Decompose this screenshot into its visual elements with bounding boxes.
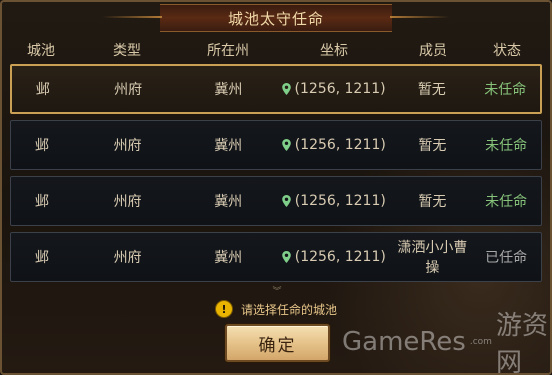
column-header-status: 状态 [493, 43, 521, 59]
confirm-button-label: 确定 [258, 335, 297, 356]
city-coord[interactable]: (1256, 1211) [274, 137, 394, 153]
location-pin-icon [281, 251, 291, 263]
column-header-province: 所在州 [207, 43, 249, 59]
city-coord[interactable]: (1256, 1211) [274, 193, 394, 209]
warning-icon: ! [214, 300, 233, 318]
scroll-down-chevron-icon: ︾ [272, 287, 282, 297]
location-pin-icon [281, 195, 291, 207]
coord-text: (1256, 1211) [294, 137, 386, 153]
table-header: 城池 类型 所在州 坐标 成员 状态 [10, 36, 542, 64]
city-type: 州府 [113, 250, 142, 266]
city-row[interactable]: 邺 州府 冀州 (1256, 1211) 暂无 未任命 [10, 64, 542, 114]
city-name: 邺 [34, 250, 49, 266]
city-name: 邺 [34, 138, 49, 154]
location-pin-icon [281, 83, 291, 95]
watermark: GameRes .com 游资网 [342, 311, 550, 373]
city-status: 未任命 [485, 138, 528, 154]
hint-text: 请选择任命的城池 [240, 302, 337, 317]
hint-bar: ! 请选择任命的城池 [2, 298, 550, 320]
city-member: 潇洒小小曹操 [397, 240, 468, 276]
coord-text: (1256, 1211) [294, 193, 386, 209]
city-member: 暂无 [418, 194, 447, 210]
city-row[interactable]: 邺 州府 冀州 (1256, 1211) 暂无 未任命 [10, 120, 542, 170]
city-row[interactable]: 邺 州府 冀州 (1256, 1211) 潇洒小小曹操 已任命 [10, 232, 542, 282]
column-header-coord: 坐标 [320, 43, 348, 59]
city-province: 冀州 [214, 82, 243, 98]
location-pin-icon [281, 139, 291, 151]
title-plate: 城池太守任命 [102, 4, 450, 32]
coord-text: (1256, 1211) [294, 249, 386, 265]
city-type: 州府 [113, 138, 142, 154]
column-header-type: 类型 [113, 43, 141, 59]
city-row[interactable]: 邺 州府 冀州 (1256, 1211) 暂无 未任命 [10, 176, 542, 226]
city-name: 邺 [34, 194, 49, 210]
city-member: 暂无 [417, 82, 446, 98]
city-coord[interactable]: (1256, 1211) [274, 249, 394, 265]
city-status: 未任命 [484, 82, 527, 98]
city-member: 暂无 [418, 138, 447, 154]
watermark-latin: GameRes [342, 327, 466, 357]
city-province: 冀州 [214, 250, 243, 266]
column-header-city: 城池 [27, 43, 55, 59]
watermark-com: .com [469, 337, 492, 347]
watermark-cn: 游资网 [495, 311, 548, 375]
city-province: 冀州 [214, 138, 243, 154]
city-status: 已任命 [485, 250, 528, 266]
appoint-governor-dialog: 城池太守任命 城池 类型 所在州 坐标 成员 状态 邺 州府 冀州 (1256,… [0, 0, 552, 375]
dialog-title: 城池太守任命 [227, 9, 324, 28]
city-coord[interactable]: (1256, 1211) [274, 81, 393, 97]
column-header-member: 成员 [419, 43, 447, 59]
city-province: 冀州 [214, 194, 243, 210]
coord-text: (1256, 1211) [294, 81, 386, 97]
city-name: 邺 [35, 82, 50, 98]
city-status: 未任命 [485, 194, 528, 210]
city-list[interactable]: 邺 州府 冀州 (1256, 1211) 暂无 未任命 邺 州府 冀州 (125… [10, 64, 542, 292]
confirm-button[interactable]: 确定 [225, 324, 330, 362]
city-type: 州府 [113, 194, 142, 210]
title-bar: 城池太守任命 [2, 2, 550, 32]
city-type: 州府 [114, 82, 143, 98]
